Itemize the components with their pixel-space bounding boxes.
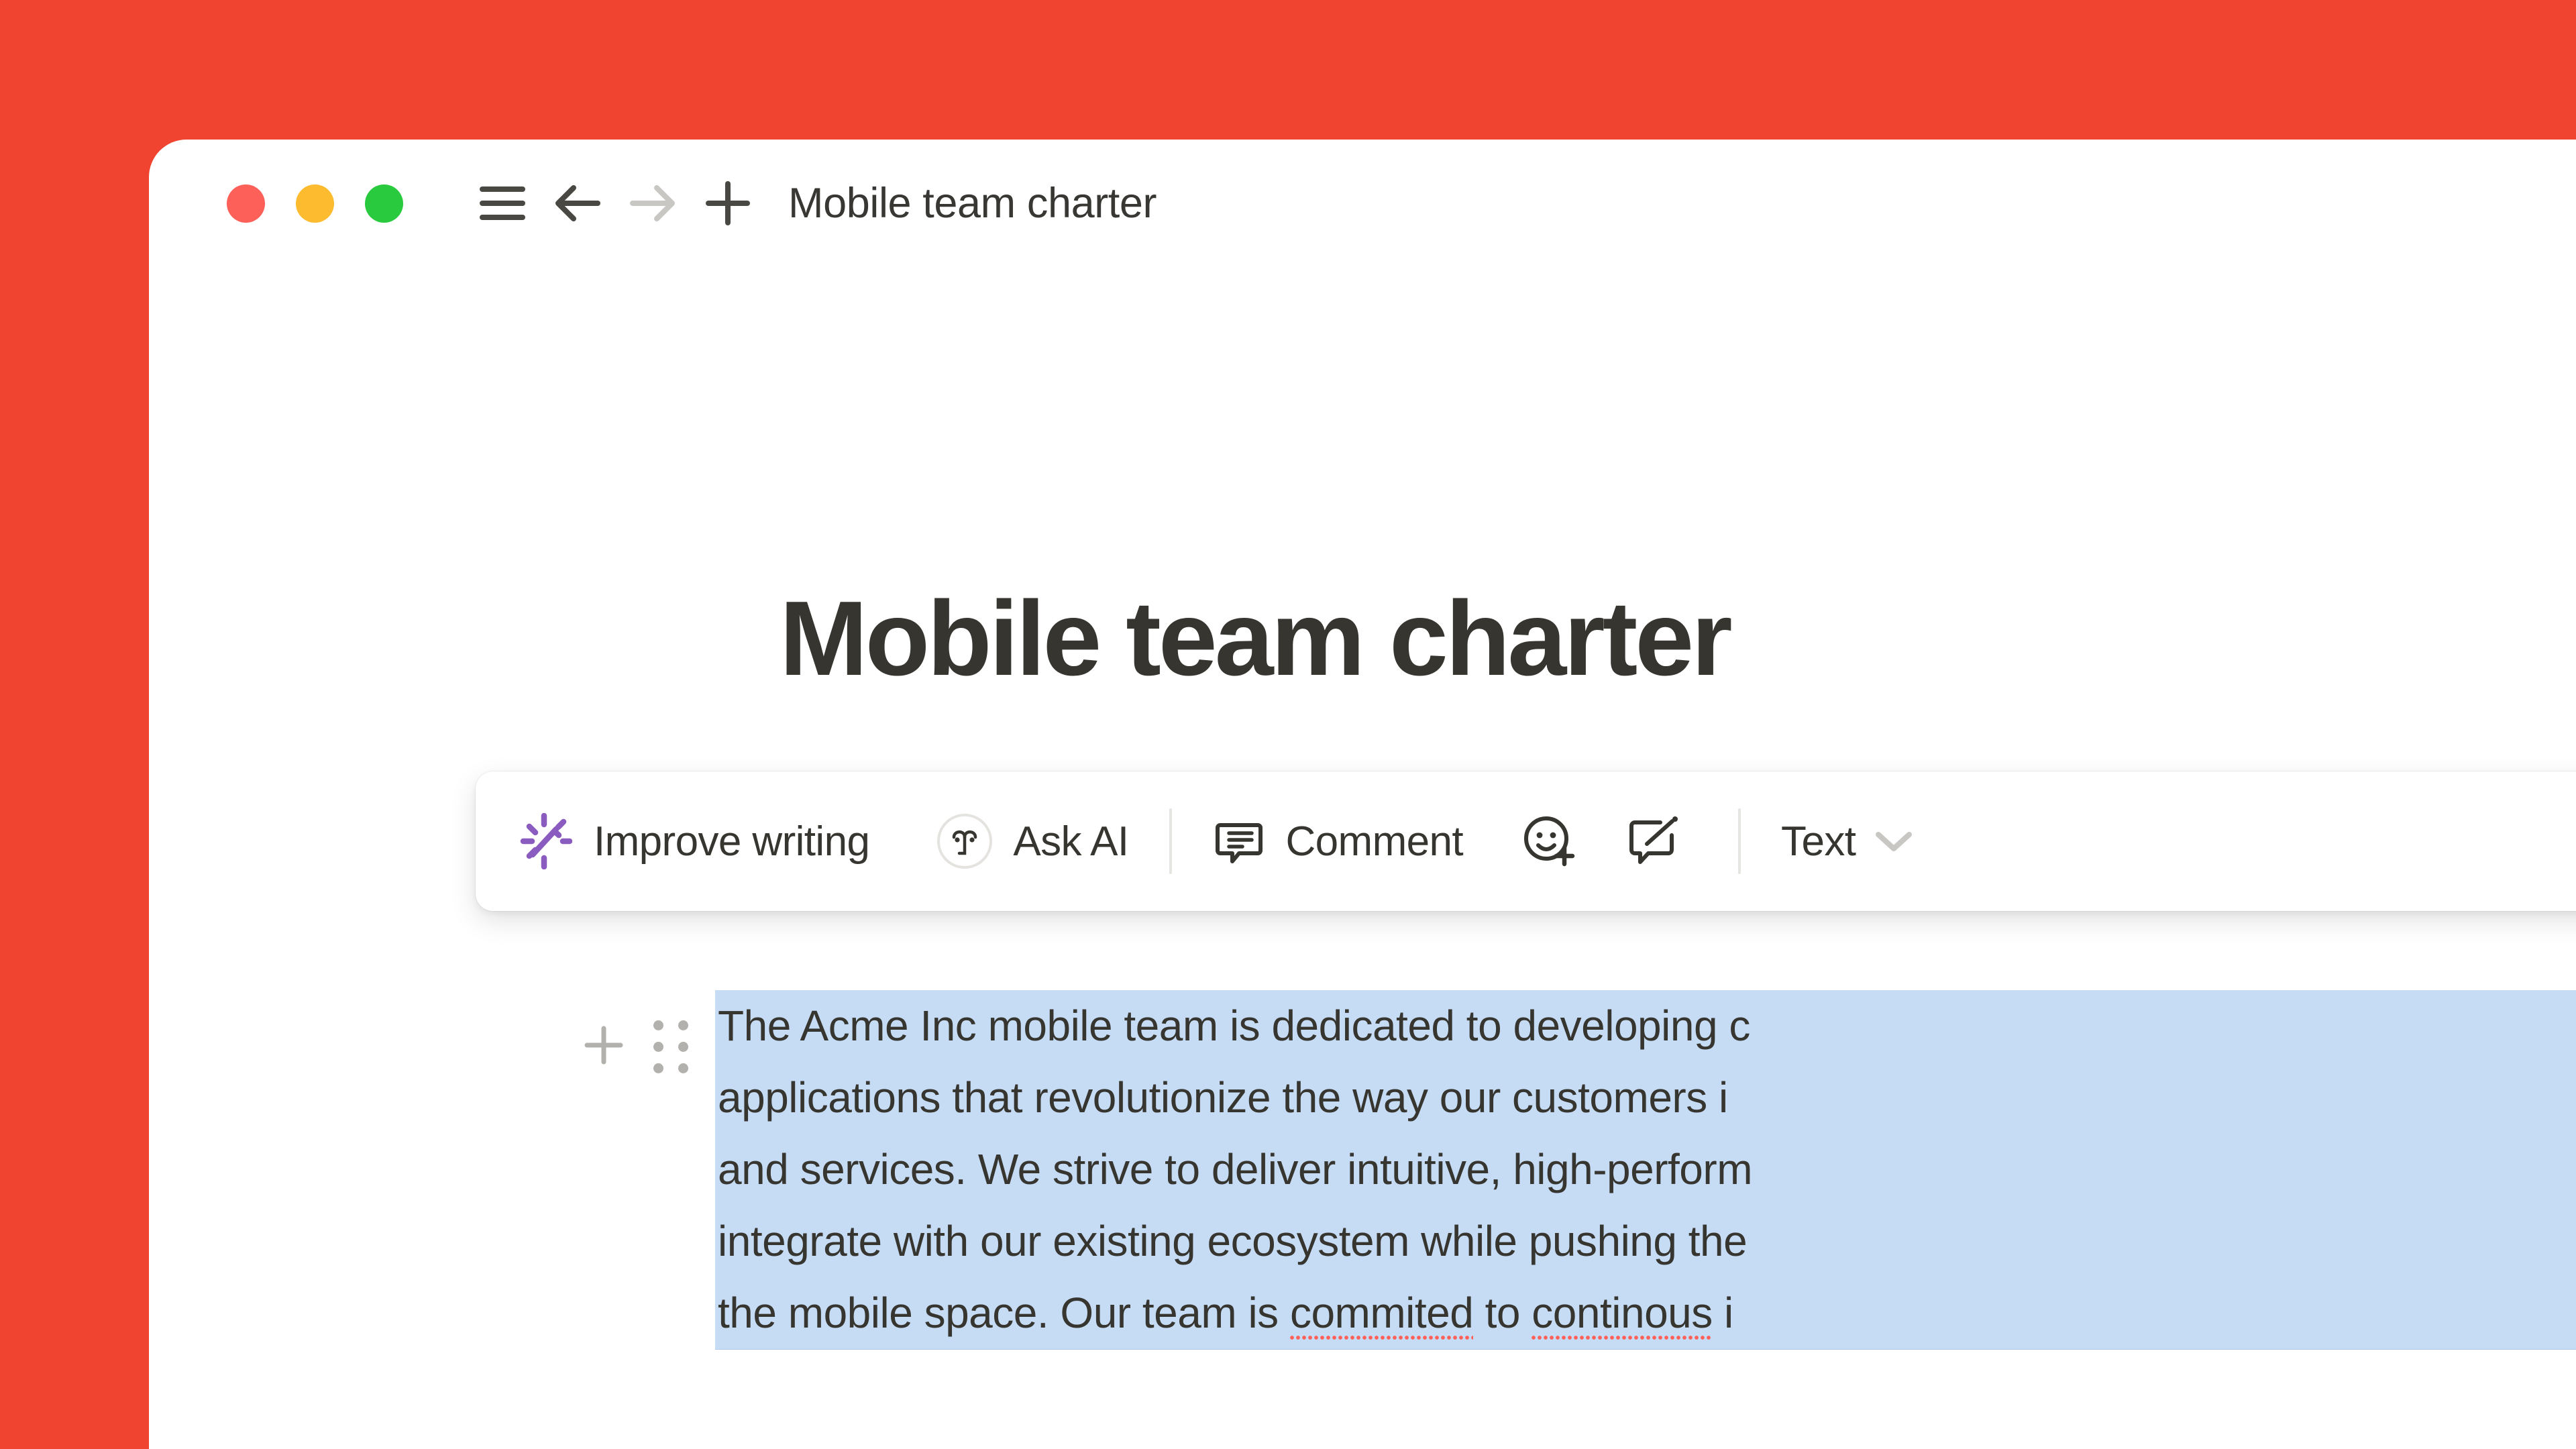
paragraph-line: applications that revolutionize the way …: [715, 1062, 2576, 1134]
speech-bubble-pencil-icon: [1627, 813, 1683, 869]
window-titlebar: Mobile team charter: [149, 140, 2576, 267]
ask-ai-button[interactable]: Ask AI: [935, 771, 1129, 911]
format-toolbar: Improve writing Ask AI Comment Text: [476, 771, 2576, 911]
add-reaction-button[interactable]: [1506, 771, 1592, 911]
forward-button[interactable]: [615, 166, 690, 241]
line-text-after: i: [1712, 1289, 1733, 1337]
edit-comment-button[interactable]: [1612, 771, 1698, 911]
minimize-window-button[interactable]: [296, 184, 334, 223]
speech-bubble-lines-icon: [1212, 814, 1266, 868]
smiley-plus-icon: [1521, 813, 1577, 869]
line-text-middle: to: [1473, 1289, 1532, 1337]
ai-face-circle-icon: [935, 812, 994, 871]
page-title[interactable]: Mobile team charter: [780, 578, 1733, 700]
ask-ai-label: Ask AI: [1013, 818, 1129, 865]
magic-wand-sparkle-icon: [516, 813, 572, 869]
drag-handle-icon: [653, 1020, 688, 1073]
improve-writing-label: Improve writing: [594, 818, 870, 865]
text-block-row: The Acme Inc mobile team is dedicated to…: [578, 990, 2576, 1349]
close-window-button[interactable]: [227, 184, 265, 223]
breadcrumb[interactable]: Mobile team charter: [788, 179, 1157, 227]
block-handle-group: [578, 990, 696, 1073]
paragraph-line-last: the mobile space. Our team is commited t…: [715, 1277, 2576, 1349]
misspelled-word[interactable]: continous: [1532, 1289, 1713, 1341]
new-page-button[interactable]: [690, 166, 765, 241]
hamburger-menu-icon: [479, 185, 526, 221]
add-block-button[interactable]: [578, 1021, 629, 1072]
text-style-label: Text: [1781, 818, 1856, 865]
toolbar-divider: [1738, 808, 1741, 874]
comment-label: Comment: [1285, 818, 1464, 865]
app-window: Mobile team charter Mobile team charter: [149, 140, 2576, 1449]
drag-block-handle[interactable]: [645, 1020, 696, 1073]
maximize-window-button[interactable]: [365, 184, 403, 223]
arrow-left-icon: [553, 182, 602, 224]
plus-icon: [582, 1024, 625, 1070]
paragraph-line: and services. We strive to deliver intui…: [715, 1134, 2576, 1205]
text-style-dropdown[interactable]: Text: [1781, 771, 1915, 911]
improve-writing-button[interactable]: Improve writing: [516, 771, 870, 911]
paragraph-line: integrate with our existing ecosystem wh…: [715, 1205, 2576, 1277]
arrow-right-icon: [629, 182, 677, 224]
traffic-light-group: [227, 184, 403, 223]
comment-button[interactable]: Comment: [1212, 771, 1464, 911]
toolbar-divider: [1169, 808, 1172, 874]
navigation-controls: [465, 166, 765, 241]
paragraph-line: The Acme Inc mobile team is dedicated to…: [715, 990, 2576, 1062]
plus-icon: [704, 180, 751, 227]
misspelled-word[interactable]: commited: [1289, 1289, 1474, 1341]
sidebar-toggle-button[interactable]: [465, 166, 540, 241]
back-button[interactable]: [540, 166, 615, 241]
chevron-down-icon: [1873, 828, 1915, 855]
line-text-before: the mobile space. Our team is: [718, 1289, 1290, 1337]
paragraph-block[interactable]: The Acme Inc mobile team is dedicated to…: [715, 990, 2576, 1349]
